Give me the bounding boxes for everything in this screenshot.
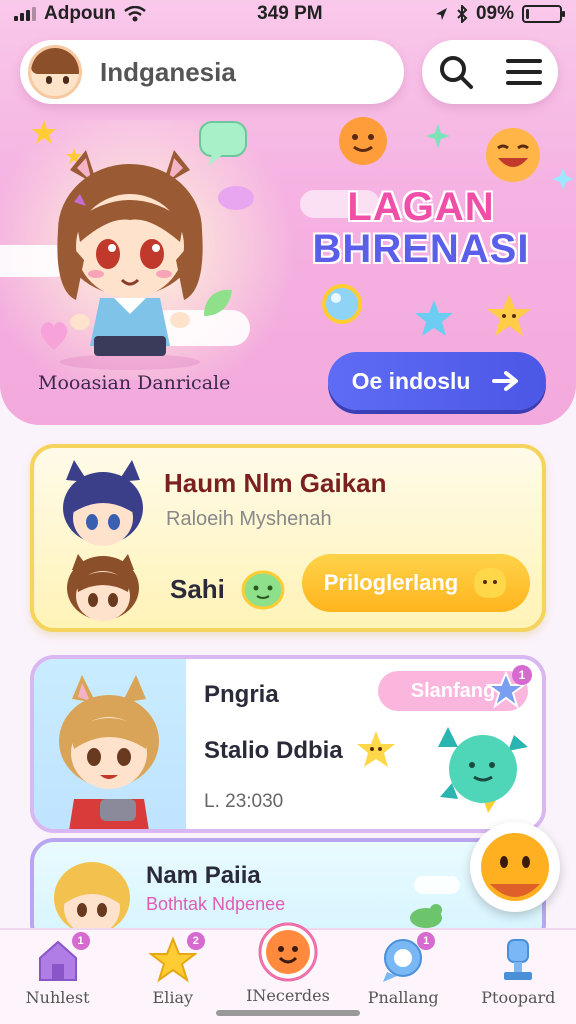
status-left: Adpoun [14, 3, 146, 25]
header-actions [422, 40, 558, 104]
floating-action-button[interactable] [470, 822, 560, 912]
card-title: Nam Paiia [146, 862, 261, 889]
nav-item-trophy[interactable]: Ptoopard [468, 936, 568, 1007]
laughing-face-sticker-icon [486, 128, 540, 182]
hero-title: LAGAN BHRENASI [296, 186, 546, 270]
menu-icon [506, 59, 542, 85]
card-meta: L. 23:030 [204, 791, 284, 812]
battery-percent: 09% [475, 3, 514, 24]
featured-card[interactable]: Haum Nlm Gaikan Raloeih Myshenah Sahi Pr… [30, 444, 546, 632]
nav-item-home[interactable]: 1 Nuhlest [8, 932, 108, 1007]
menu-button[interactable] [502, 50, 546, 94]
profile-card[interactable]: Pngria Stalio Ddbia L. 23:030 Slanfang 1 [30, 655, 546, 833]
cloud-decoration [414, 876, 460, 894]
card-illustration-panel [34, 659, 186, 829]
chip-badge: 1 [512, 665, 532, 685]
blonde-cat-character-illustration [59, 675, 159, 829]
nav-badge: 1 [71, 932, 90, 950]
nav-label: Ptoopard [481, 988, 556, 1007]
battery-icon [522, 5, 565, 23]
avatar[interactable] [28, 45, 82, 99]
battery-level [526, 9, 529, 19]
status-right: 09% [434, 3, 565, 25]
clock: 349 PM [257, 3, 323, 24]
nav-badge: 2 [186, 932, 205, 950]
star-face-icon [474, 568, 507, 598]
card-action-button[interactable]: Priloglerlang [302, 554, 530, 612]
green-sun-face-icon [438, 727, 528, 813]
nav-label: Pnallang [367, 988, 439, 1007]
nav-label: INecerdes [246, 986, 330, 1005]
chip-label: Slanfang [410, 679, 496, 702]
nav-badge: 1 [417, 932, 436, 950]
yellow-star-face-icon [487, 294, 531, 336]
nav-label: Nuhlest [25, 988, 90, 1007]
location-icon [435, 8, 447, 20]
bubble-sticker-icon [322, 284, 362, 324]
card-subtitle: Stalio Ddbia [204, 737, 343, 764]
dino-icon [410, 904, 442, 928]
nav-item-chat[interactable]: 1 Pnallang [353, 932, 453, 1007]
search-input[interactable]: Indganesia [100, 57, 236, 88]
card-name: Sahi [170, 574, 225, 604]
search-bar[interactable]: Indganesia [20, 40, 404, 104]
bluetooth-icon [457, 5, 468, 23]
hero-title-line-1: LAGAN [347, 185, 495, 229]
card-title: Haum Nlm Gaikan [164, 468, 387, 498]
hero-cta-label: Oe indoslu [351, 367, 471, 394]
blue-star-icon [415, 300, 453, 336]
cat-girl-character-illustration [57, 150, 203, 370]
card-action-label: Priloglerlang [323, 570, 459, 595]
card-title: Pngria [204, 681, 279, 708]
arrow-icon [492, 371, 519, 391]
sparkle-icon [426, 124, 450, 148]
home-icon: 1 [34, 932, 90, 984]
star-icon: 2 [147, 932, 205, 984]
signal-icon [14, 7, 36, 21]
character-duo-illustration [63, 460, 143, 621]
smiley-icon [258, 922, 318, 982]
wifi-icon [123, 6, 146, 22]
chat-icon: 1 [379, 932, 436, 984]
search-button[interactable] [434, 50, 478, 94]
search-icon [440, 56, 473, 89]
slime-face-icon [241, 570, 285, 610]
card-subtitle: Bothtak Ndpenee [146, 894, 286, 914]
hero-title-line-2: BHRENASI [312, 227, 530, 271]
orange-face-icon [481, 833, 549, 901]
nav-item-star[interactable]: 2 Eliay [123, 932, 223, 1007]
status-bar: Adpoun 349 PM 09% [0, 0, 576, 28]
character-caption: Mooasian Danricale [38, 372, 231, 394]
carrier-name: Adpoun [44, 3, 116, 24]
home-indicator[interactable] [216, 1010, 360, 1016]
nav-label: Eliay [152, 988, 194, 1007]
trophy-icon [494, 936, 542, 984]
card-subtitle: Raloeih Myshenah [166, 508, 332, 530]
hero-cta-button[interactable]: Oe indoslu [328, 352, 546, 410]
yellow-star-face-icon [357, 731, 395, 767]
sparkle-icon [552, 168, 574, 190]
nav-item-center[interactable]: INecerdes [238, 922, 338, 1005]
sun-face-sticker-icon [339, 117, 387, 165]
